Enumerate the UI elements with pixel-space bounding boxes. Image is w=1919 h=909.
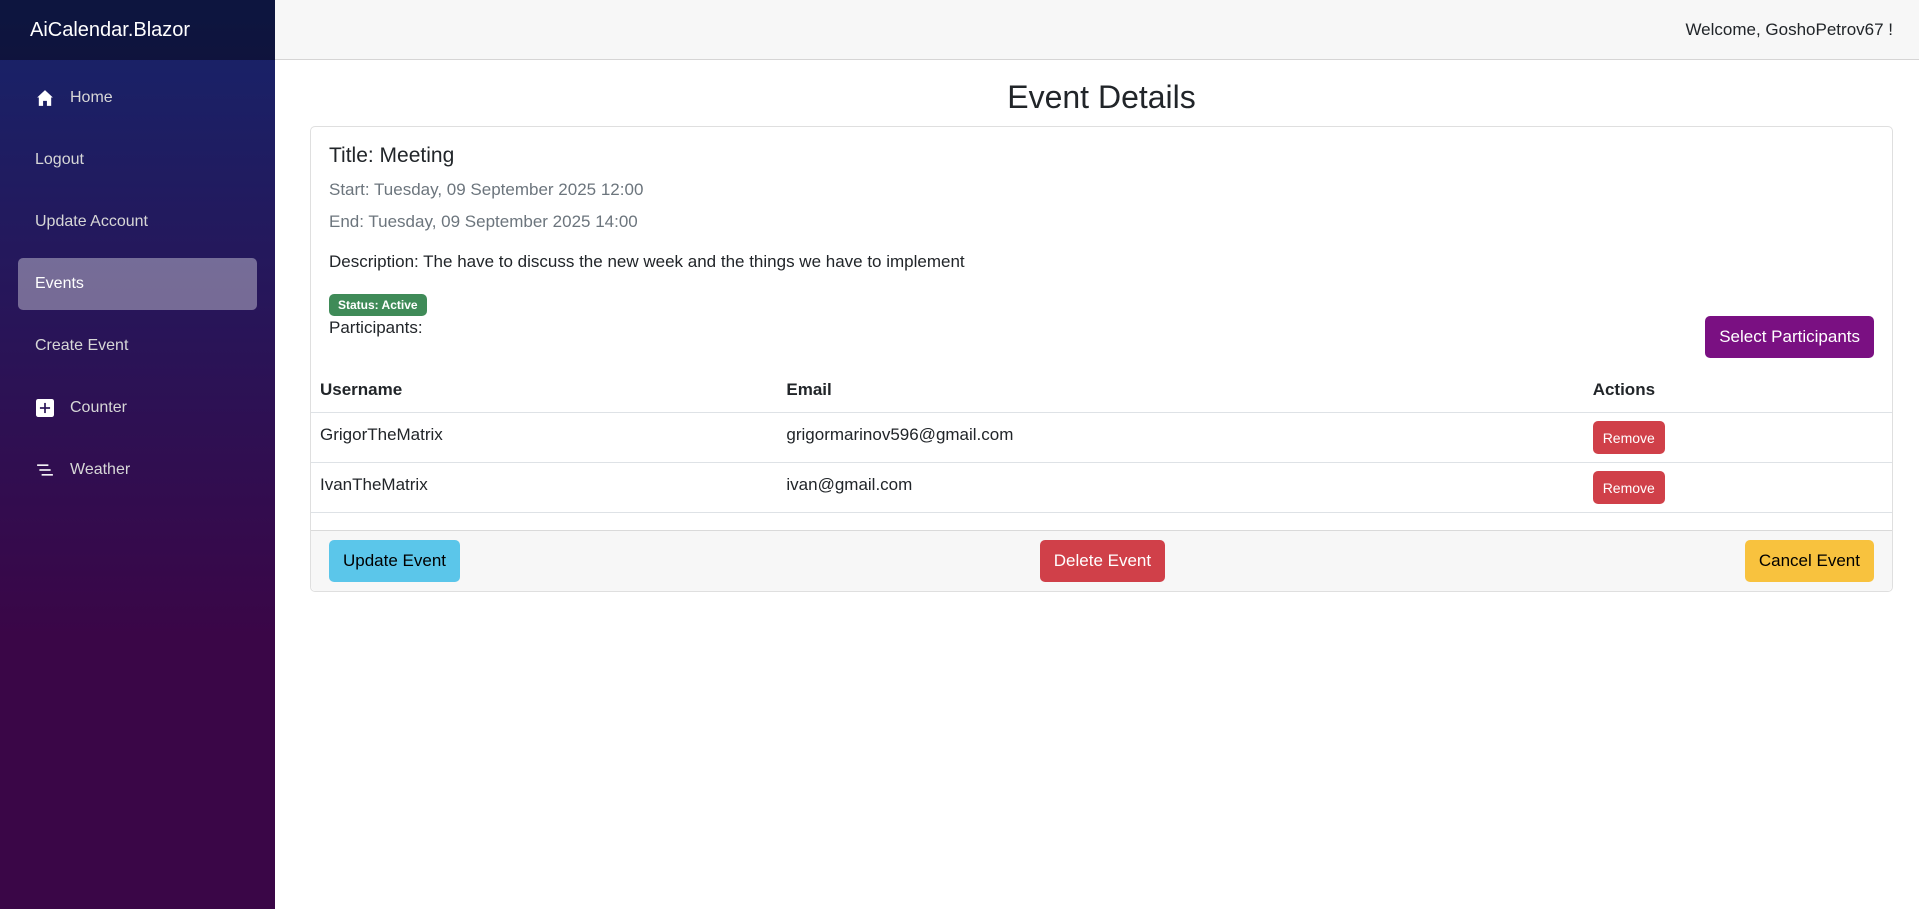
table-row: IvanTheMatrix ivan@gmail.com Remove	[311, 462, 1892, 513]
list-icon	[35, 460, 55, 480]
participants-row: Participants: Select Participants	[329, 316, 1874, 358]
sidebar-item-home[interactable]: Home	[18, 72, 257, 124]
email-cell: grigormarinov596@gmail.com	[777, 412, 1584, 463]
top-row: Welcome, GoshoPetrov67 !	[275, 0, 1919, 60]
sidebar-item-update-account[interactable]: Update Account	[18, 196, 257, 248]
sidebar-item-label: Events	[35, 275, 84, 292]
plus-square-icon	[35, 398, 55, 418]
sidebar-item-weather[interactable]: Weather	[18, 444, 257, 496]
sidebar-item-events[interactable]: Events	[18, 258, 257, 310]
sidebar-item-counter[interactable]: Counter	[18, 382, 257, 434]
actions-cell: Remove	[1583, 412, 1892, 463]
main: Welcome, GoshoPetrov67 ! Event Details T…	[275, 0, 1919, 909]
event-description: Description: The have to discuss the new…	[329, 252, 965, 271]
sidebar-item-label: Weather	[70, 461, 131, 478]
remove-participant-button[interactable]: Remove	[1592, 471, 1665, 504]
remove-participant-button[interactable]: Remove	[1592, 421, 1665, 454]
sidebar-item-label: Logout	[35, 151, 84, 168]
sidebar-item-label: Home	[70, 89, 113, 106]
sidebar-item-label: Update Account	[35, 213, 148, 230]
event-title: Title: Meeting	[329, 144, 455, 167]
home-icon	[35, 88, 55, 108]
sidebar: AiCalendar.Blazor Home Logout Update Acc…	[0, 0, 275, 909]
event-card: Title: Meeting Start: Tuesday, 09 Septem…	[310, 126, 1893, 592]
event-card-body: Title: Meeting Start: Tuesday, 09 Septem…	[311, 127, 1892, 370]
sidebar-item-label: Counter	[70, 399, 127, 416]
select-participants-button[interactable]: Select Participants	[1705, 316, 1874, 358]
username-cell: IvanTheMatrix	[311, 462, 778, 513]
event-start: Start: Tuesday, 09 September 2025 12:00	[329, 180, 644, 199]
page-title: Event Details	[1007, 79, 1196, 115]
sidebar-item-logout[interactable]: Logout	[18, 134, 257, 186]
participants-label: Participants:	[329, 318, 423, 337]
table-row: GrigorTheMatrix grigormarinov596@gmail.c…	[311, 412, 1892, 463]
email-cell: ivan@gmail.com	[777, 462, 1584, 513]
content: Event Details Title: Meeting Start: Tues…	[275, 60, 1919, 592]
welcome-text: Welcome, GoshoPetrov67 !	[1685, 19, 1893, 39]
delete-event-button[interactable]: Delete Event	[1039, 540, 1166, 582]
sidebar-nav: Home Logout Update Account Events Create…	[0, 60, 275, 506]
sidebar-item-label: Create Event	[35, 337, 129, 354]
column-header-email: Email	[777, 368, 1584, 413]
event-end: End: Tuesday, 09 September 2025 14:00	[329, 212, 638, 231]
column-header-actions: Actions	[1583, 368, 1892, 413]
app-brand[interactable]: AiCalendar.Blazor	[30, 19, 190, 42]
table-header-row: Username Email Actions	[311, 368, 1892, 413]
event-card-footer: Update Event Delete Event Cancel Event	[311, 530, 1892, 591]
actions-cell: Remove	[1583, 462, 1892, 513]
column-header-username: Username	[311, 368, 778, 413]
participants-table: Username Email Actions GrigorTheMatrix g…	[311, 368, 1892, 513]
update-event-button[interactable]: Update Event	[329, 540, 461, 582]
username-cell: GrigorTheMatrix	[311, 412, 778, 463]
sidebar-item-create-event[interactable]: Create Event	[18, 320, 257, 372]
cancel-event-button[interactable]: Cancel Event	[1744, 540, 1874, 582]
status-badge: Status: Active	[329, 294, 427, 316]
brand-bar: AiCalendar.Blazor	[0, 0, 275, 60]
